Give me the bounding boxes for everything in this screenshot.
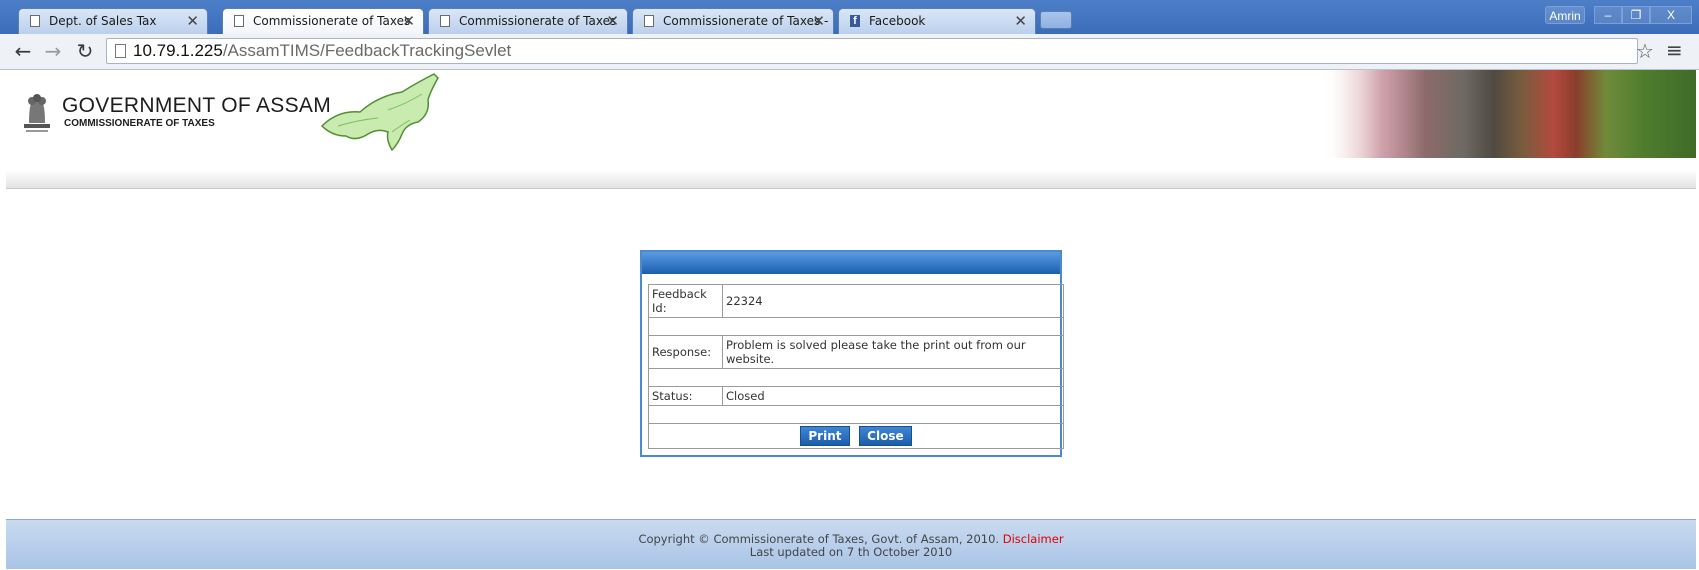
close-button[interactable]: Close: [859, 426, 912, 446]
banner-photo: [1321, 70, 1696, 158]
url-host: 10.79.1.225: [133, 41, 223, 60]
print-button[interactable]: Print: [800, 426, 850, 446]
tab-dept-sales-tax[interactable]: Dept. of Sales Tax ✕: [18, 8, 208, 34]
facebook-icon: f: [850, 15, 860, 27]
restore-button[interactable]: ❐: [1622, 6, 1650, 24]
disclaimer-link[interactable]: Disclaimer: [1003, 532, 1064, 546]
tab-close-icon[interactable]: ✕: [402, 9, 415, 33]
table-row: Status: Closed: [648, 386, 1064, 406]
forward-arrow-icon[interactable]: →: [42, 40, 64, 62]
spacer-cell: [648, 405, 1064, 424]
table-row: Feedback Id: 22324: [648, 284, 1064, 318]
tab-title: Commissionerate of Taxes: [459, 14, 617, 28]
feedback-id-value: 22324: [722, 284, 1064, 318]
spacer-cell: [648, 317, 1064, 336]
tab-title: Commissionerate of Taxes: [253, 14, 411, 28]
status-value: Closed: [722, 386, 1064, 406]
table-row: [648, 317, 1064, 336]
table-row: [648, 368, 1064, 387]
feedback-table: Feedback Id: 22324 Response: Problem is …: [648, 284, 1064, 449]
tab-close-icon[interactable]: ✕: [1014, 9, 1027, 33]
minimize-button[interactable]: –: [1594, 6, 1622, 24]
spacer-cell: [648, 368, 1064, 387]
actions-cell: Print Close: [648, 423, 1064, 449]
status-label: Status:: [648, 386, 723, 406]
table-row: Print Close: [648, 423, 1064, 449]
tab-commissionerate-2[interactable]: Commissionerate of Taxes ✕: [428, 8, 628, 34]
tab-close-icon[interactable]: ✕: [812, 9, 825, 33]
response-value: Problem is solved please take the print …: [722, 335, 1064, 369]
page-icon: [234, 15, 244, 27]
government-subtitle: COMMISSIONERATE OF TAXES: [64, 118, 215, 129]
page-icon: [115, 44, 126, 58]
site-footer: Copyright © Commissionerate of Taxes, Go…: [6, 519, 1696, 569]
address-bar[interactable]: 10.79.1.225/AssamTIMS/FeedbackTrackingSe…: [106, 38, 1638, 64]
reload-icon[interactable]: ↻: [74, 40, 96, 62]
tab-facebook[interactable]: f Facebook ✕: [838, 8, 1036, 34]
tab-close-icon[interactable]: ✕: [606, 9, 619, 33]
nav-strip: [6, 170, 1696, 189]
feedback-id-label: Feedback Id:: [648, 284, 723, 318]
dialog-header: [642, 252, 1060, 274]
back-arrow-icon[interactable]: ←: [12, 40, 34, 62]
response-label: Response:: [648, 335, 723, 369]
tab-title: Dept. of Sales Tax: [49, 14, 157, 28]
table-row: [648, 405, 1064, 424]
page-icon: [30, 15, 40, 27]
copyright-text: Copyright © Commissionerate of Taxes, Go…: [638, 532, 1000, 546]
window-close-button[interactable]: X: [1650, 6, 1692, 24]
site-header: GOVERNMENT OF ASSAM COMMISSIONERATE OF T…: [6, 70, 1696, 160]
tab-title: Commissionerate of Taxes -: [663, 14, 829, 28]
last-updated-text: Last updated on 7 th October 2010: [749, 545, 953, 559]
tab-commissionerate-active[interactable]: Commissionerate of Taxes ✕: [222, 8, 424, 34]
menu-icon[interactable]: ≡: [1666, 38, 1683, 62]
table-row: Response: Problem is solved please take …: [648, 335, 1064, 369]
profile-button[interactable]: Amrin: [1545, 6, 1585, 24]
browser-toolbar: ← → ↻ 10.79.1.225/AssamTIMS/FeedbackTrac…: [0, 34, 1699, 70]
tab-title: Facebook: [869, 14, 926, 28]
browser-tab-bar: Dept. of Sales Tax ✕ Commissionerate of …: [0, 0, 1699, 34]
page-icon: [644, 15, 654, 27]
new-tab-button[interactable]: [1040, 11, 1072, 29]
tab-close-icon[interactable]: ✕: [186, 9, 199, 33]
government-title: GOVERNMENT OF ASSAM: [62, 94, 332, 117]
state-emblem-icon: [24, 94, 50, 132]
assam-map-icon: [320, 73, 439, 152]
page-icon: [440, 15, 450, 27]
url-path: /AssamTIMS/FeedbackTrackingSevlet: [222, 41, 512, 60]
tab-commissionerate-3[interactable]: Commissionerate of Taxes - ✕: [632, 8, 834, 34]
bookmark-star-icon[interactable]: ☆: [1636, 39, 1654, 63]
feedback-status-dialog: Feedback Id: 22324 Response: Problem is …: [640, 250, 1064, 457]
